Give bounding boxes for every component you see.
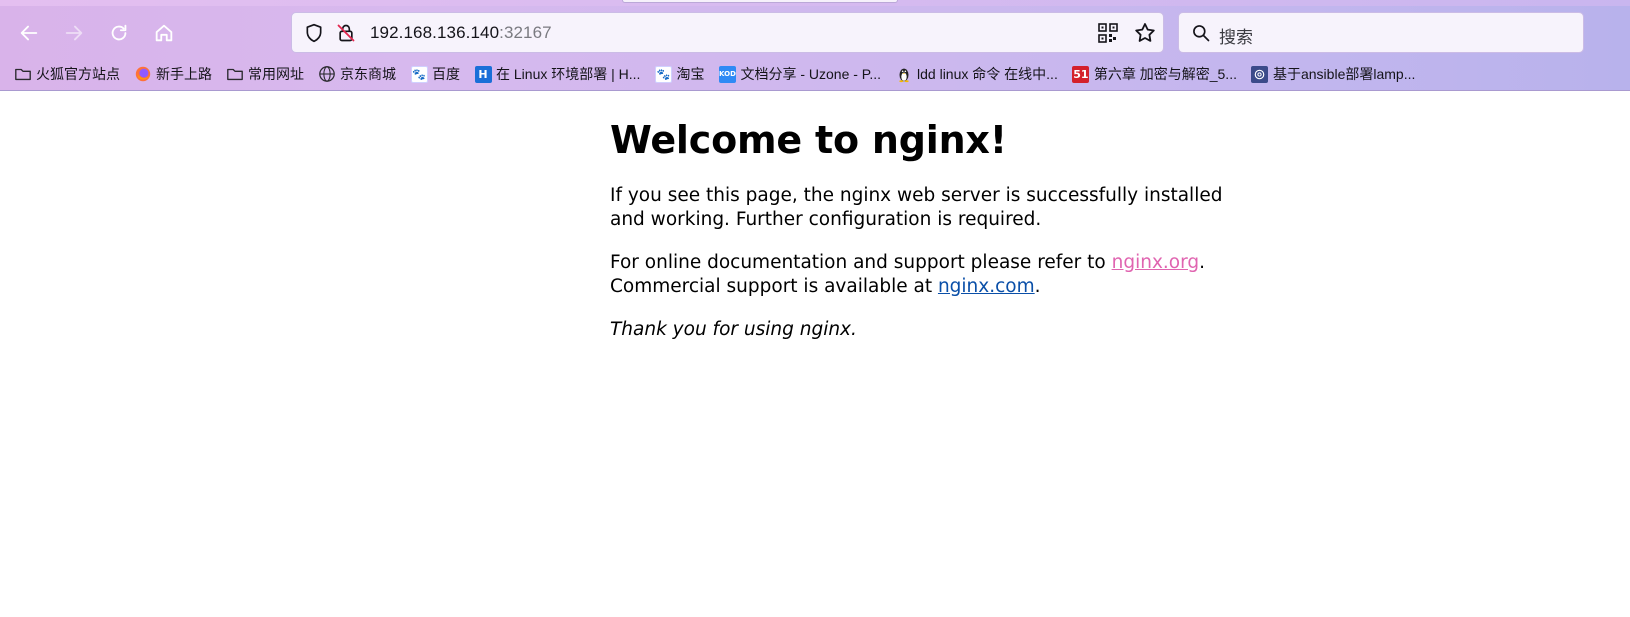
url-host: 192.168.136.140 [370, 23, 500, 42]
qr-code-icon[interactable] [1098, 23, 1118, 43]
forward-arrow-icon [65, 25, 83, 41]
bookmark-linux-deploy[interactable]: H 在 Linux 环境部署 | H... [474, 61, 640, 87]
insecure-lock-icon[interactable] [336, 23, 356, 43]
baidu-icon: 🐾 [410, 65, 428, 83]
bookmark-ldd[interactable]: ldd linux 命令 在线中... [895, 61, 1058, 87]
bookmark-label: 在 Linux 环境部署 | H... [496, 66, 641, 82]
reload-icon [111, 24, 127, 41]
bookmark-label: 基于ansible部署lamp... [1272, 66, 1416, 82]
docs-period: . [1199, 252, 1206, 273]
back-arrow-icon [20, 25, 38, 41]
search-placeholder: 搜索 [1219, 28, 1253, 47]
url-port: :32167 [499, 23, 552, 42]
bookmark-label: 百度 [432, 66, 460, 82]
bookmark-label: 京东商城 [340, 66, 396, 82]
baidu-icon: 🐾 [654, 65, 672, 83]
bookmark-label: 常用网址 [248, 66, 304, 82]
bookmark-uzone[interactable]: KOD 文档分享 - Uzone - P... [718, 61, 881, 87]
h-icon: H [474, 65, 492, 83]
bookmark-getting-started[interactable]: 新手上路 [134, 61, 212, 87]
shield-icon[interactable] [304, 23, 324, 43]
bookmark-folder-firefox[interactable]: 火狐官方站点 [14, 61, 120, 87]
kod-icon: KOD [718, 65, 736, 83]
url-text[interactable]: 192.168.136.140:32167 [370, 23, 552, 43]
bookmark-label: 淘宝 [676, 66, 705, 82]
nginx-org-link[interactable]: nginx.org [1112, 252, 1200, 273]
bookmark-jd[interactable]: 京东商城 [318, 61, 396, 87]
spiral-icon [1251, 65, 1269, 83]
firefox-icon [134, 65, 152, 83]
51cto-icon: 51 [1072, 65, 1090, 83]
back-button[interactable] [12, 16, 46, 50]
forward-button[interactable] [57, 16, 91, 50]
bookmark-ansible[interactable]: 基于ansible部署lamp... [1251, 61, 1415, 87]
search-bar[interactable]: 搜索 [1178, 12, 1584, 53]
bookmark-label: 第六章 加密与解密_5... [1093, 66, 1237, 82]
commercial-period: . [1034, 276, 1041, 297]
bookmark-taobao[interactable]: 🐾 淘宝 [654, 61, 704, 87]
globe-icon [318, 65, 336, 83]
bookmark-label: 文档分享 - Uzone - P... [740, 66, 882, 82]
browser-toolbar: 192.168.136.140:32167 搜索 火狐官方站点 新手上路 常用网… [0, 0, 1630, 91]
docs-paragraph: For online documentation and support ple… [610, 251, 1250, 299]
home-button[interactable] [147, 16, 181, 50]
thanks-text: Thank you for using nginx. [610, 319, 857, 340]
url-bar[interactable]: 192.168.136.140:32167 [291, 12, 1164, 53]
bookmarks-toolbar: 火狐官方站点 新手上路 常用网址 京东商城 🐾 百度 H 在 Linux 环境部… [14, 61, 1429, 87]
page-content: Welcome to nginx! If you see this page, … [610, 118, 1250, 361]
folder-icon [226, 65, 244, 83]
bookmark-chapter6[interactable]: 51 第六章 加密与解密_5... [1072, 61, 1237, 87]
search-icon [1193, 25, 1210, 42]
bookmark-label: ldd linux 命令 在线中... [917, 66, 1058, 82]
intro-paragraph: If you see this page, the nginx web serv… [610, 185, 1223, 230]
docs-text: For online documentation and support ple… [610, 252, 1112, 273]
active-tab-edge[interactable] [622, 0, 898, 3]
bookmark-star-icon[interactable] [1133, 21, 1157, 45]
penguin-icon [895, 65, 913, 83]
home-icon [155, 24, 173, 42]
reload-button[interactable] [102, 16, 136, 50]
nginx-com-link[interactable]: nginx.com [938, 276, 1035, 297]
bookmark-label: 火狐官方站点 [36, 66, 120, 82]
page-title: Welcome to nginx! [610, 118, 1007, 162]
bookmark-baidu[interactable]: 🐾 百度 [410, 61, 460, 87]
folder-icon [14, 65, 32, 83]
bookmark-folder-common[interactable]: 常用网址 [226, 61, 304, 87]
commercial-text: Commercial support is available at [610, 276, 938, 297]
bookmark-label: 新手上路 [156, 66, 212, 82]
